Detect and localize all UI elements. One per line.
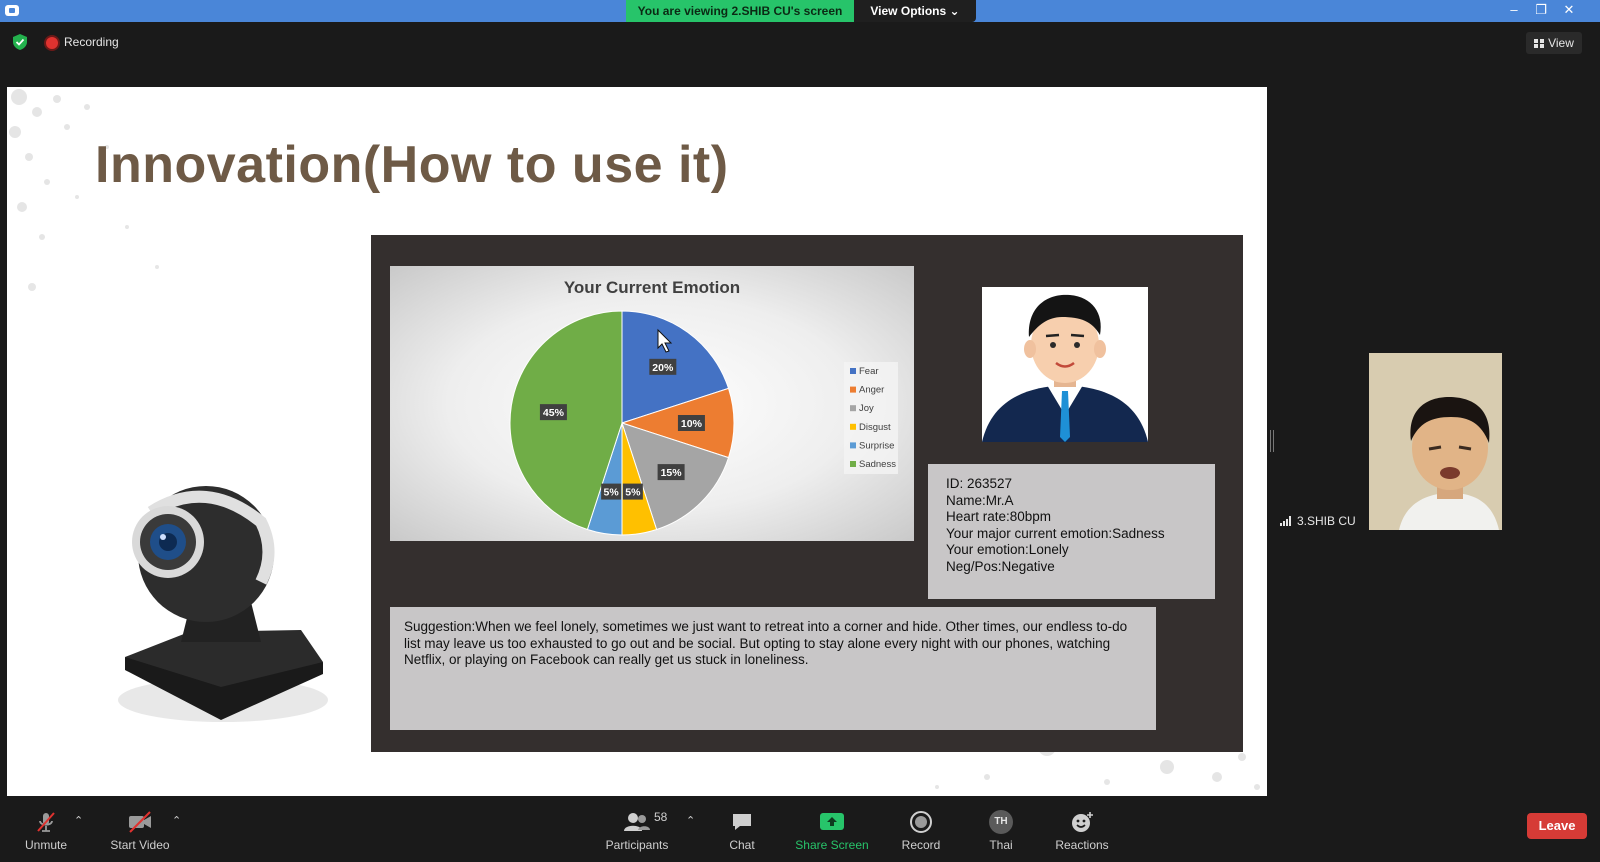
chart-title: Your Current Emotion [564,278,740,297]
signal-strength-icon [1280,516,1293,526]
unmute-label: Unmute [24,838,68,852]
participants-options-chevron-icon[interactable]: ⌃ [686,814,695,827]
record-icon [910,811,932,833]
video-options-chevron-icon[interactable]: ⌃ [172,814,181,827]
participant-person-icon [1369,353,1502,530]
share-screen-button[interactable]: Share Screen [794,810,870,856]
suggestion-box: Suggestion:When we feel lonely, sometime… [390,607,1156,730]
restore-icon[interactable]: ❐ [1527,0,1555,22]
current-emotion: Your emotion:Lonely [946,542,1069,557]
unmute-button[interactable]: Unmute [22,810,70,856]
data-label-sadness: 45% [539,404,567,421]
svg-text:15%: 15% [661,467,683,479]
data-label-anger: 10% [677,415,705,431]
thai-label: Thai [989,838,1013,852]
view-options-button[interactable]: View Options ⌄ [854,0,976,22]
share-screen-label: Share Screen [795,838,869,852]
chat-bubble-icon [733,814,751,830]
data-label-disgust: 5% [622,483,643,500]
legend-item-surprise: Surprise [859,440,894,451]
reactions-button[interactable]: Reactions [1054,810,1110,856]
share-screen-icon [820,813,844,830]
chevron-down-icon: ⌄ [949,4,960,18]
svg-text:5%: 5% [625,487,641,499]
start-video-button[interactable]: Start Video [108,810,172,856]
participant-name-tag: 3.SHIB CU [1280,513,1356,529]
view-options-label: View Options [870,4,947,18]
user-id: ID: 263527 [946,476,1013,491]
record-label: Record [901,838,941,852]
zoom-meeting-window: You are viewing 2.SHIB CU's screen View … [0,0,1600,862]
panel-resize-handle[interactable] [1270,430,1274,452]
leave-button[interactable]: Leave [1527,813,1587,839]
recording-dot-icon [46,37,58,49]
svg-text:20%: 20% [652,362,674,374]
legend-item-anger: Anger [859,385,884,396]
emotion-pie-chart: Your Current Emotion 20% 10% 15% 5% 5% 45% Fear… [509,278,898,536]
shield-check-icon[interactable] [13,34,27,50]
meeting-toolbar: Unmute ⌃ Start Video ⌃ Participants 58 ⌃ [0,800,1600,862]
zoom-logo-icon [5,5,19,16]
data-label-joy: 15% [657,464,685,481]
view-label: View [1548,36,1574,50]
audio-options-chevron-icon[interactable]: ⌃ [74,814,83,827]
participants-count: 58 [654,810,668,824]
chat-label: Chat [729,838,755,852]
start-video-label: Start Video [110,838,170,852]
shared-slide: Innovation(How to use it) Your Current E… [7,87,1267,796]
heart-rate: Heart rate:80bpm [946,509,1052,524]
language-avatar-icon: TH [989,810,1013,834]
chat-button[interactable]: Chat [722,810,762,856]
emotion-dashboard-panel: Your Current Emotion 20% 10% 15% 5% 5% 45% Fear… [371,235,1243,752]
avatar-initials: TH [994,816,1008,827]
meeting-top-bar: Recording View [0,22,1600,64]
legend-item-fear: Fear [859,366,879,377]
svg-text:5%: 5% [604,487,620,499]
user-info-box: ID: 263527 Name:Mr.A Heart rate:80bpm Yo… [928,464,1215,599]
view-button[interactable]: View [1526,32,1582,54]
recording-label: Recording [64,35,119,49]
close-icon[interactable]: ✕ [1555,0,1583,22]
reactions-smiley-icon [1072,812,1093,832]
user-avatar-image [982,287,1148,442]
svg-text:45%: 45% [543,407,565,419]
legend-item-sadness: Sadness [859,459,896,470]
grid-icon [1534,39,1545,48]
emotion-chart: Your Current Emotion 20% 10% 15% 5% 5% 45% Fear… [390,266,914,541]
svg-text:10%: 10% [681,418,703,430]
thai-language-button[interactable]: TH Thai [986,810,1016,856]
businessman-avatar-icon [982,294,1148,442]
user-name: Name:Mr.A [946,492,1014,508]
minimize-icon[interactable]: – [1500,0,1528,22]
legend-item-disgust: Disgust [859,422,891,433]
neg-pos: Neg/Pos:Negative [946,558,1055,574]
participant-video[interactable] [1369,353,1502,530]
viewing-screen-banner: You are viewing 2.SHIB CU's screen [626,0,854,22]
data-label-fear: 20% [649,358,677,375]
legend-item-joy: Joy [859,403,874,414]
webcam-illustration [118,486,328,722]
microphone-muted-icon [37,812,55,832]
slide-title: Innovation(How to use it) [95,136,729,194]
reactions-label: Reactions [1055,838,1109,852]
participant-name: 3.SHIB CU [1297,514,1356,528]
participants-icon [624,813,650,831]
chart-legend: Fear Anger Joy Disgust Surprise Sadness [844,362,898,474]
video-off-icon [129,811,151,833]
record-button[interactable]: Record [900,810,942,856]
data-label-surprise: 5% [601,483,622,500]
major-emotion: Your major current emotion:Sadness [946,525,1165,541]
participants-label: Participants [605,838,669,852]
title-bar: You are viewing 2.SHIB CU's screen View … [0,0,1600,22]
